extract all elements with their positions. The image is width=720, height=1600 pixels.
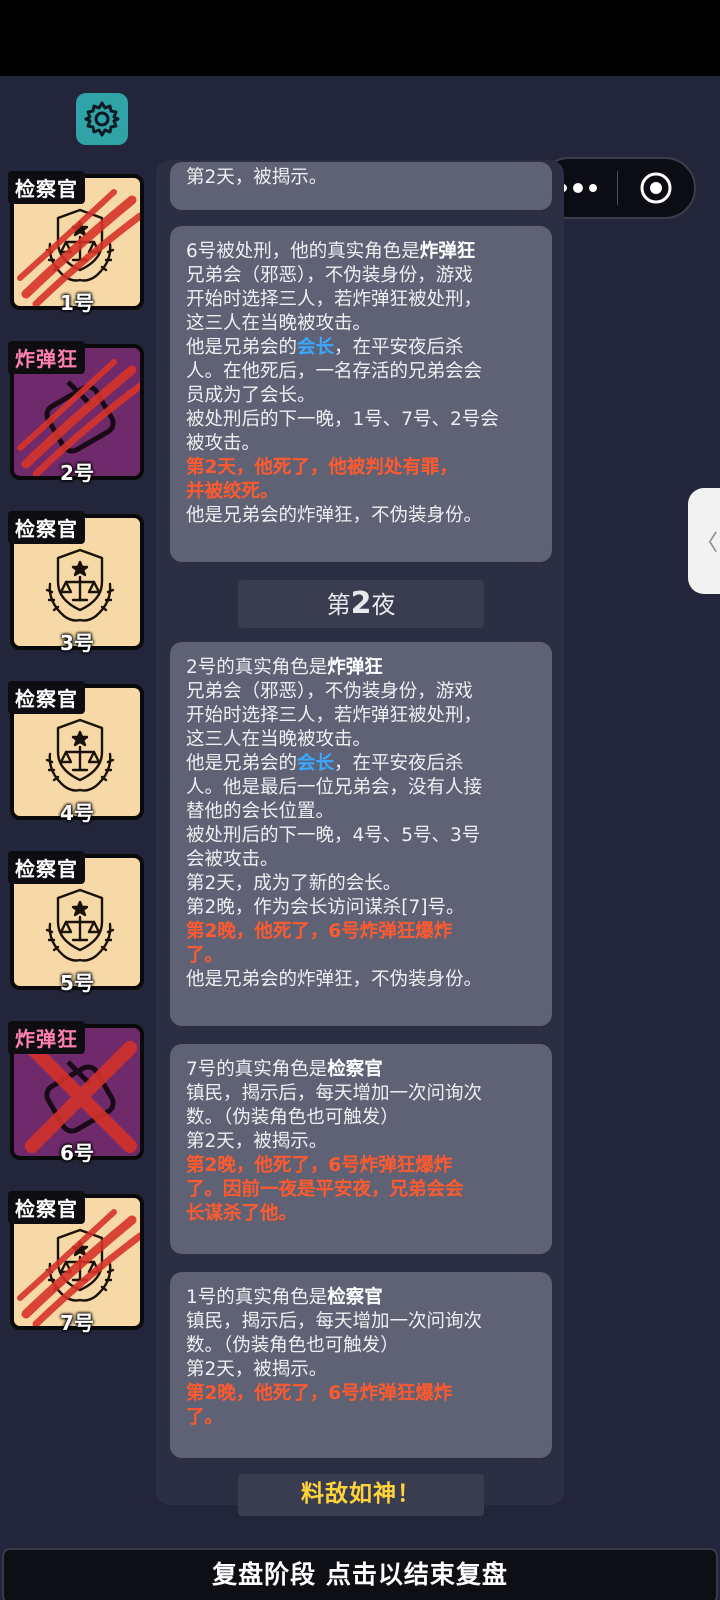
player-number: 1号 bbox=[60, 291, 94, 315]
player-number: 3号 bbox=[60, 631, 94, 655]
player-card[interactable]: 炸弹狂 6号 bbox=[8, 1021, 144, 1165]
log-entry: 6号被处刑，他的真实角色是炸弹狂 兄弟会（邪恶），不伪装身份，游戏 开始时选择三… bbox=[170, 226, 552, 562]
player-role-label: 检察官 bbox=[8, 511, 85, 544]
log-line: 他是兄弟会的会长，在平安夜后杀 bbox=[186, 753, 464, 774]
log-entry: 2号的真实角色是炸弹狂 兄弟会（邪恶），不伪装身份，游戏 开始时选择三人，若炸弹… bbox=[170, 642, 552, 1026]
log-line: 第2天，成为了新的会长。 bbox=[186, 873, 402, 894]
leader-title: 会长 bbox=[297, 753, 335, 774]
prosecutor-emblem-icon bbox=[38, 884, 122, 968]
log-line: 兄弟会（邪恶），不伪装身份，游戏 bbox=[186, 265, 473, 286]
player-number: 7号 bbox=[60, 1311, 94, 1335]
log-line: 员成为了会长。 bbox=[186, 385, 316, 406]
player-number: 4号 bbox=[60, 801, 94, 825]
log-line: 6号被处刑，他的真实角色是炸弹狂 bbox=[186, 241, 476, 262]
gear-icon bbox=[84, 101, 120, 137]
player-role-label: 检察官 bbox=[8, 171, 85, 204]
player-role-label: 检察官 bbox=[8, 681, 85, 714]
log-line: 镇民，揭示后，每天增加一次问询次 bbox=[186, 1311, 483, 1332]
death-line: 了。因前一夜是平安夜，兄弟会会 bbox=[186, 1179, 464, 1200]
player-role-label: 炸弹狂 bbox=[8, 1021, 85, 1054]
log-line: 兄弟会（邪恶），不伪装身份，游戏 bbox=[186, 681, 473, 702]
player-card[interactable]: 检察官 7号 bbox=[8, 1191, 144, 1335]
log-line: 人。他是最后一位兄弟会，没有人接 bbox=[186, 777, 483, 798]
player-role-label: 检察官 bbox=[8, 851, 85, 884]
player-role-label: 检察官 bbox=[8, 1191, 85, 1224]
player-card[interactable]: 检察官 4号 bbox=[8, 681, 144, 825]
log-line: 被攻击。 bbox=[186, 433, 261, 454]
leader-title: 会长 bbox=[297, 337, 335, 358]
log-line: 镇民，揭示后，每天增加一次问询次 bbox=[186, 1083, 483, 1104]
end-review-button[interactable]: 复盘阶段 点击以结束复盘 bbox=[2, 1548, 718, 1600]
player-number: 2号 bbox=[60, 461, 94, 485]
player-card[interactable]: 检察官 1号 bbox=[8, 171, 144, 315]
role-name: 炸弹狂 bbox=[327, 657, 383, 678]
chevron-left-icon: 〈 bbox=[696, 531, 719, 556]
player-card[interactable]: 检察官 5号 bbox=[8, 851, 144, 995]
death-line: 了。 bbox=[186, 945, 224, 966]
role-name: 检察官 bbox=[327, 1287, 383, 1308]
log-line: 这三人在当晚被攻击。 bbox=[186, 313, 372, 334]
log-line: 数。（伪装角色也可触发） bbox=[186, 1107, 399, 1128]
log-line: 数。（伪装角色也可触发） bbox=[186, 1335, 399, 1356]
log-line: 2号的真实角色是炸弹狂 bbox=[186, 657, 383, 678]
log-line: 替他的会长位置。 bbox=[186, 801, 335, 822]
role-name: 检察官 bbox=[327, 1059, 383, 1080]
death-line: 第2晚，他死了，6号炸弹狂爆炸 bbox=[186, 1383, 453, 1404]
player-card[interactable]: 炸弹狂 2号 bbox=[8, 341, 144, 485]
log-line: 第2晚，作为会长访问谋杀[7]号。 bbox=[186, 897, 465, 918]
log-line: 被处刑后的下一晚，4号、5号、3号 bbox=[186, 825, 481, 846]
role-name: 炸弹狂 bbox=[419, 241, 476, 262]
target-circle-icon bbox=[640, 172, 672, 204]
log-line: 第2天，被揭示。 bbox=[186, 1131, 328, 1152]
death-line: 第2天，他死了，他被判处有罪， bbox=[186, 457, 458, 478]
death-line: 了。 bbox=[186, 1407, 224, 1428]
log-line: 人。在他死后，一名存活的兄弟会会 bbox=[186, 361, 483, 382]
log-line: 会被攻击。 bbox=[186, 849, 279, 870]
log-line: 第2天，被揭示。 bbox=[186, 167, 328, 188]
prosecutor-emblem-icon bbox=[38, 544, 122, 628]
player-role-label: 炸弹狂 bbox=[8, 341, 85, 374]
summary-banner: 料敌如神！ bbox=[238, 1474, 484, 1516]
log-line: 他是兄弟会的炸弹狂，不伪装身份。 bbox=[186, 505, 483, 526]
log-line: 这三人在当晚被攻击。 bbox=[186, 729, 372, 750]
close-mini-program-button[interactable] bbox=[618, 170, 695, 206]
log-line: 第2天，被揭示。 bbox=[186, 1359, 328, 1380]
night-header: 第2夜 bbox=[238, 580, 484, 628]
log-line: 7号的真实角色是检察官 bbox=[186, 1059, 383, 1080]
settings-button[interactable] bbox=[76, 93, 128, 145]
side-drawer-tab[interactable]: 〈 bbox=[688, 488, 720, 594]
log-line: 开始时选择三人，若炸弹狂被处刑， bbox=[186, 289, 483, 310]
prosecutor-emblem-icon bbox=[38, 714, 122, 798]
log-line: 他是兄弟会的会长，在平安夜后杀 bbox=[186, 337, 464, 358]
death-line: 第2晚，他死了，6号炸弹狂爆炸 bbox=[186, 1155, 453, 1176]
status-bar bbox=[0, 0, 720, 76]
death-line: 并被绞死。 bbox=[186, 481, 279, 502]
log-line: 他是兄弟会的炸弹狂，不伪装身份。 bbox=[186, 969, 483, 990]
player-number: 6号 bbox=[60, 1141, 94, 1165]
log-entry: 第2天，被揭示。 bbox=[170, 162, 552, 210]
death-line: 第2晚，他死了，6号炸弹狂爆炸 bbox=[186, 921, 453, 942]
log-entry: 7号的真实角色是检察官 镇民，揭示后，每天增加一次问询次 数。（伪装角色也可触发… bbox=[170, 1044, 552, 1254]
log-line: 被处刑后的下一晚，1号、7号、2号会 bbox=[186, 409, 499, 430]
log-entry: 1号的真实角色是检察官 镇民，揭示后，每天增加一次问询次 数。（伪装角色也可触发… bbox=[170, 1272, 552, 1458]
log-line: 1号的真实角色是检察官 bbox=[186, 1287, 383, 1308]
player-number: 5号 bbox=[60, 971, 94, 995]
player-card[interactable]: 检察官 3号 bbox=[8, 511, 144, 655]
log-line: 开始时选择三人，若炸弹狂被处刑， bbox=[186, 705, 483, 726]
death-line: 长谋杀了他。 bbox=[186, 1203, 298, 1224]
